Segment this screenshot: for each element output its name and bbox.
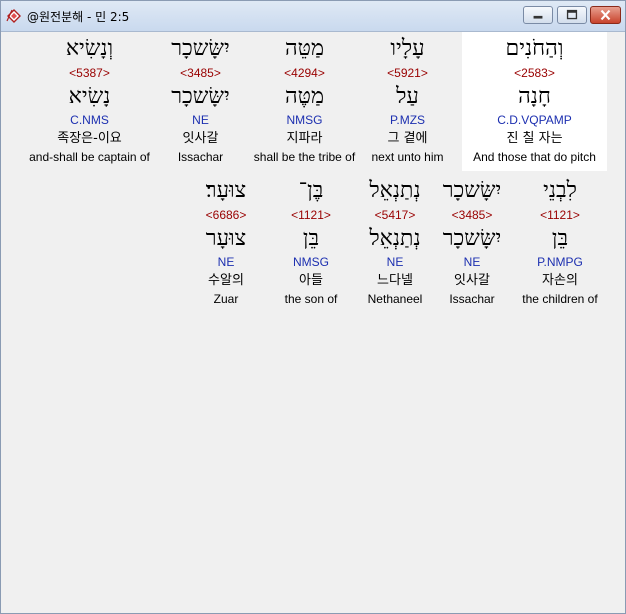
hebrew-word: בֶּן־ bbox=[298, 178, 324, 203]
english-gloss: And those that do pitch bbox=[473, 150, 596, 164]
korean-gloss: 수알의 bbox=[208, 273, 244, 288]
strong-number[interactable]: <1121> bbox=[261, 208, 361, 222]
maximize-button[interactable] bbox=[557, 6, 587, 24]
korean-gloss: 아들 bbox=[299, 273, 323, 288]
korean-gloss: 진 칠 자는 bbox=[506, 131, 563, 146]
english-gloss: Zuar bbox=[213, 292, 239, 306]
window-title: @원전분해 - 민 2:5 bbox=[27, 10, 130, 24]
morph-code: NMSG bbox=[293, 255, 329, 269]
title-bar[interactable]: @원전분해 - 민 2:5 bbox=[1, 1, 625, 32]
strong-number[interactable]: <2583> bbox=[462, 66, 607, 80]
maximize-icon bbox=[566, 9, 578, 20]
morph-code: C.NMS bbox=[70, 113, 109, 127]
morph-code: C.D.VQPAMP bbox=[497, 113, 572, 127]
close-icon bbox=[600, 9, 611, 21]
verse-analysis-panel: וְהַחֹנִים <2583> חָנָה C.D.VQPAMP 진 칠 자… bbox=[5, 32, 621, 610]
close-button[interactable] bbox=[590, 6, 621, 24]
english-gloss: and-shall be captain of bbox=[29, 150, 150, 164]
lemma-word: בֵּן bbox=[302, 226, 320, 251]
morph-code: NE bbox=[217, 255, 235, 269]
lemma-word: חָנָה bbox=[518, 84, 551, 109]
korean-gloss: 족장은-이요 bbox=[57, 131, 122, 146]
hebrew-word: וְנָשִׂיא bbox=[65, 36, 114, 61]
minimize-button[interactable] bbox=[523, 6, 553, 24]
english-gloss: the son of bbox=[284, 292, 338, 306]
strong-number[interactable]: <5387> bbox=[17, 66, 162, 80]
word-column[interactable]: וְהַחֹנִים <2583> חָנָה C.D.VQPAMP 진 칠 자… bbox=[462, 32, 607, 171]
app-window: @원전분해 - 민 2:5 וְהַחֹנִים <2583> חָנָה C.… bbox=[0, 0, 626, 614]
lemma-word: צוּעָר bbox=[205, 226, 247, 251]
app-icon bbox=[6, 9, 21, 23]
minimize-icon bbox=[533, 15, 543, 19]
strong-number[interactable]: <6686> bbox=[176, 208, 276, 222]
lemma-word: נָשִׂיא bbox=[68, 84, 111, 109]
hebrew-word: וְהַחֹנִים bbox=[505, 36, 564, 61]
hebrew-word: צוּעָר׃ bbox=[205, 178, 247, 203]
